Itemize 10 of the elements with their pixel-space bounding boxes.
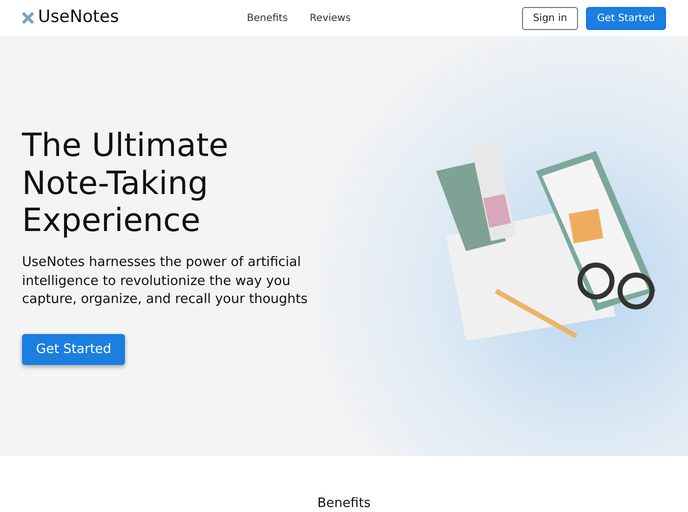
hero-title: The Ultimate Note-Taking Experience — [22, 126, 230, 240]
brand-name[interactable]: UseNotes — [38, 5, 119, 31]
nav-link[interactable]: Benefits — [246, 10, 288, 26]
get-started-button[interactable]: Get Started — [586, 6, 666, 30]
sign-in-button[interactable]: Sign in — [522, 6, 578, 30]
logo-icon — [22, 12, 34, 24]
get-started-button[interactable]: Get Started — [22, 334, 126, 366]
section-title: Benefits — [316, 496, 372, 512]
hero-subtitle: UseNotes harnesses the power of artificial intelligence to revolutionize the way you capture, organize, and recall your thoughts — [22, 254, 309, 310]
nav-link[interactable]: Reviews — [310, 10, 351, 26]
